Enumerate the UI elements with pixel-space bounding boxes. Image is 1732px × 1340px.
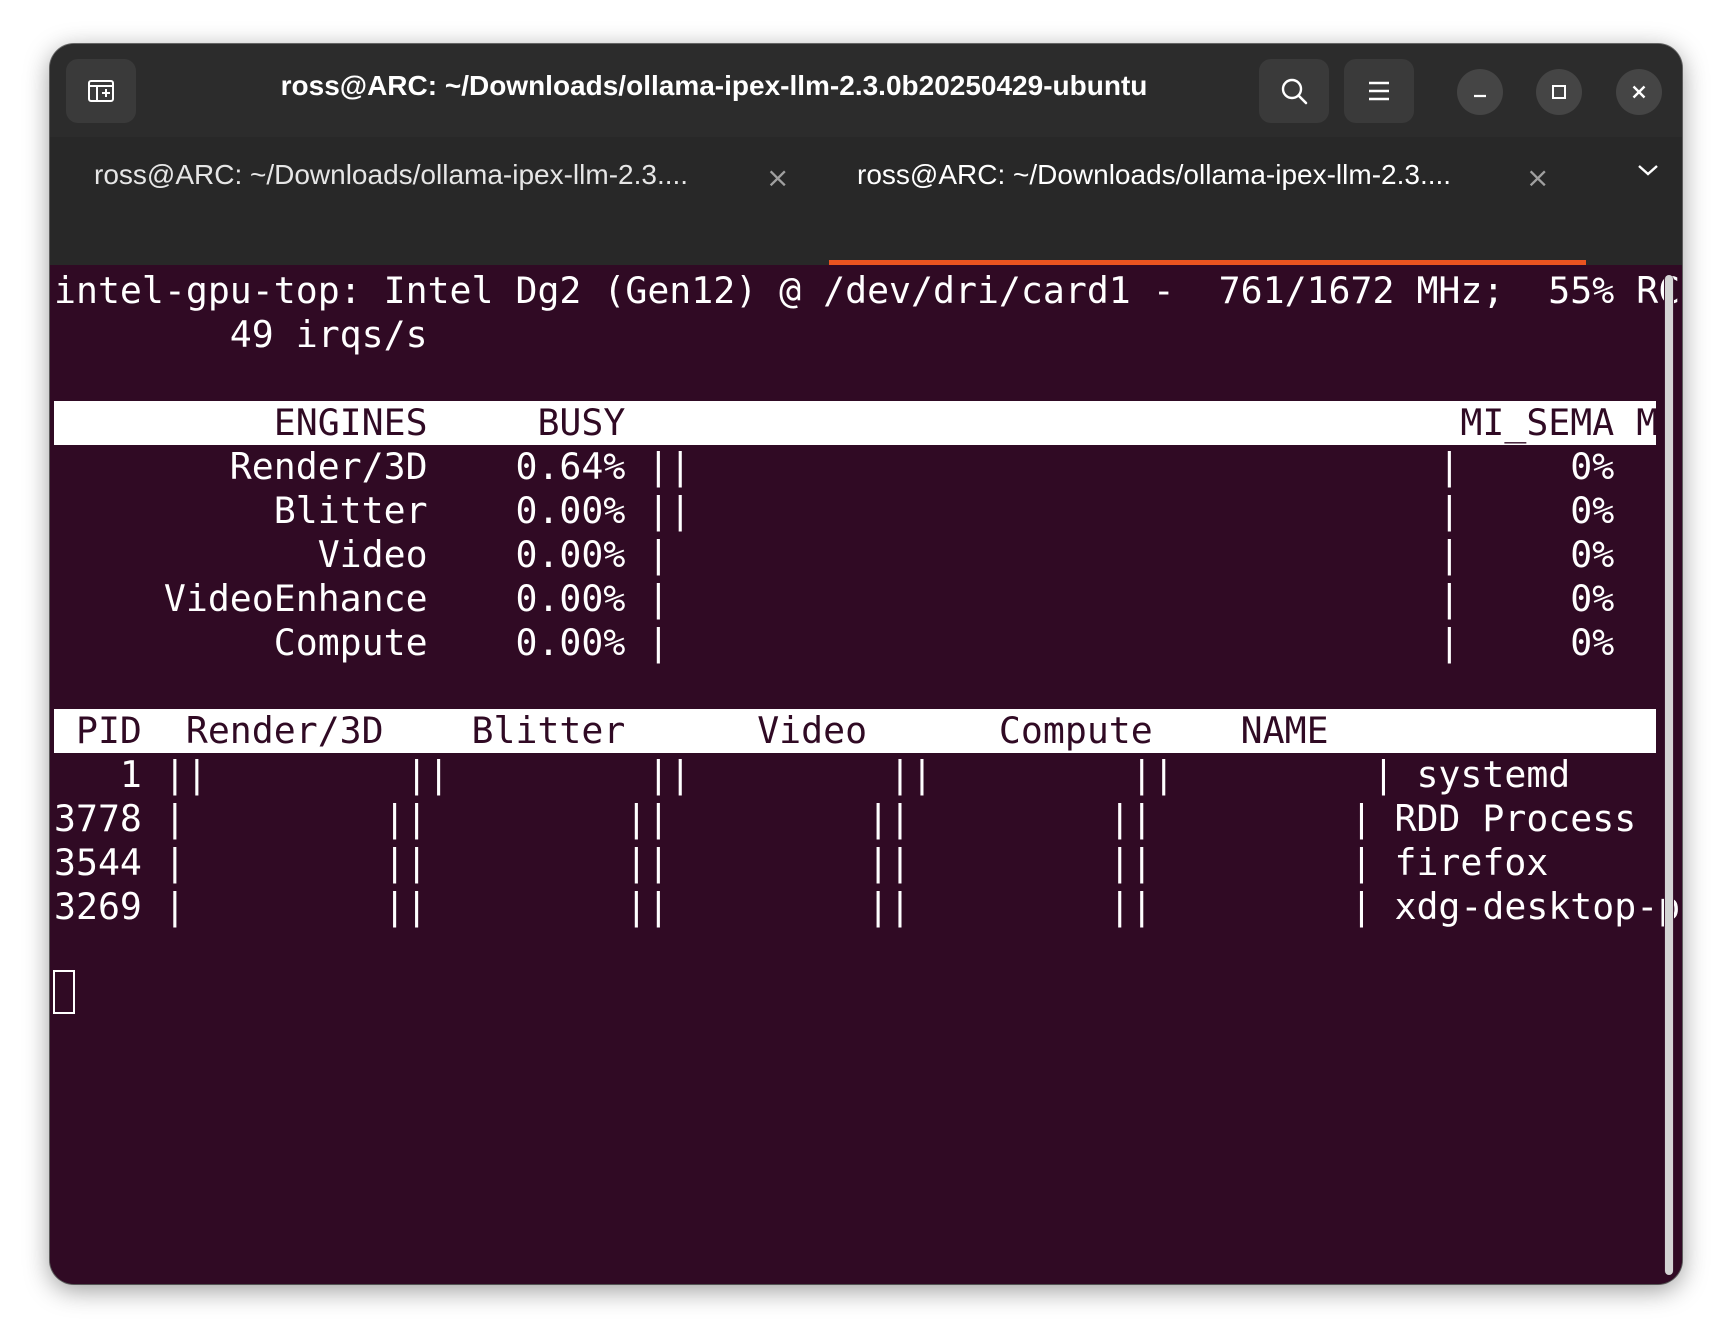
search-icon: [1281, 78, 1308, 105]
process-row-firefox: 3544 | || || || || | firefox: [54, 841, 1549, 884]
maximize-icon: [1552, 85, 1566, 99]
tab-1[interactable]: ross@ARC: ~/Downloads/ollama-ipex-llm-2.…: [50, 137, 806, 265]
engine-row-compute: Compute 0.00% | | 0% 0%: [54, 621, 1682, 664]
minimize-button[interactable]: [1457, 69, 1503, 115]
text-cursor: [53, 970, 75, 1014]
maximize-button[interactable]: [1536, 69, 1582, 115]
search-button[interactable]: [1259, 59, 1329, 123]
tab-2-active[interactable]: ross@ARC: ~/Downloads/ollama-ipex-llm-2.…: [829, 137, 1586, 265]
tab-1-label: ross@ARC: ~/Downloads/ollama-ipex-llm-2.…: [94, 159, 689, 190]
close-icon: [1632, 85, 1646, 99]
scrollbar-thumb[interactable]: [1665, 275, 1673, 1275]
close-button[interactable]: [1616, 69, 1662, 115]
terminal-line-header: intel-gpu-top: Intel Dg2 (Gen12) @ /dev/…: [54, 269, 1682, 312]
main-menu-button[interactable]: [1344, 59, 1414, 123]
tab-2-close-icon[interactable]: ×: [1526, 161, 1549, 194]
process-row-rdd-process: 3778 | || || || || | RDD Process: [54, 797, 1637, 840]
tab-bar: ross@ARC: ~/Downloads/ollama-ipex-llm-2.…: [50, 137, 1682, 265]
vertical-scrollbar[interactable]: [1664, 275, 1674, 1275]
new-tab-icon: [88, 80, 114, 102]
chevron-down-icon: [1638, 165, 1658, 176]
engine-row-render3d: Render/3D 0.64% || | 0% 0%: [54, 445, 1682, 488]
tab-2-label: ross@ARC: ~/Downloads/ollama-ipex-llm-2.…: [857, 159, 1452, 190]
terminal-line-irqs: 49 irqs/s: [54, 313, 428, 356]
tab-1-close-icon[interactable]: ×: [766, 161, 789, 194]
engine-row-video: Video 0.00% | | 0% 0%: [54, 533, 1682, 576]
engines-table-header: ENGINES BUSY MI_SEMA MI_WAIT: [54, 401, 1682, 445]
terminal-output[interactable]: intel-gpu-top: Intel Dg2 (Gen12) @ /dev/…: [50, 265, 1682, 1284]
header-bar: ross@ARC: ~/Downloads/ollama-ipex-llm-2.…: [50, 44, 1682, 137]
new-tab-button[interactable]: [66, 59, 136, 123]
engine-row-blitter: Blitter 0.00% || | 0% 0%: [54, 489, 1682, 532]
process-table-header: PID Render/3D Blitter Video Compute NAME: [54, 709, 1656, 753]
engine-row-videoenhance: VideoEnhance 0.00% | | 0% 0%: [54, 577, 1682, 620]
tab-list-dropdown-button[interactable]: [1635, 157, 1661, 187]
terminal-window: ross@ARC: ~/Downloads/ollama-ipex-llm-2.…: [50, 44, 1682, 1284]
hamburger-menu-icon: [1369, 81, 1389, 101]
window-title: ross@ARC: ~/Downloads/ollama-ipex-llm-2.…: [280, 70, 1148, 101]
process-row-systemd: 1 || || || || || | systemd: [54, 753, 1571, 796]
minimize-icon: [1474, 94, 1486, 98]
process-row-xdg-desktop-portal: 3269 | || || || || | xdg-desktop-por: [54, 885, 1682, 928]
